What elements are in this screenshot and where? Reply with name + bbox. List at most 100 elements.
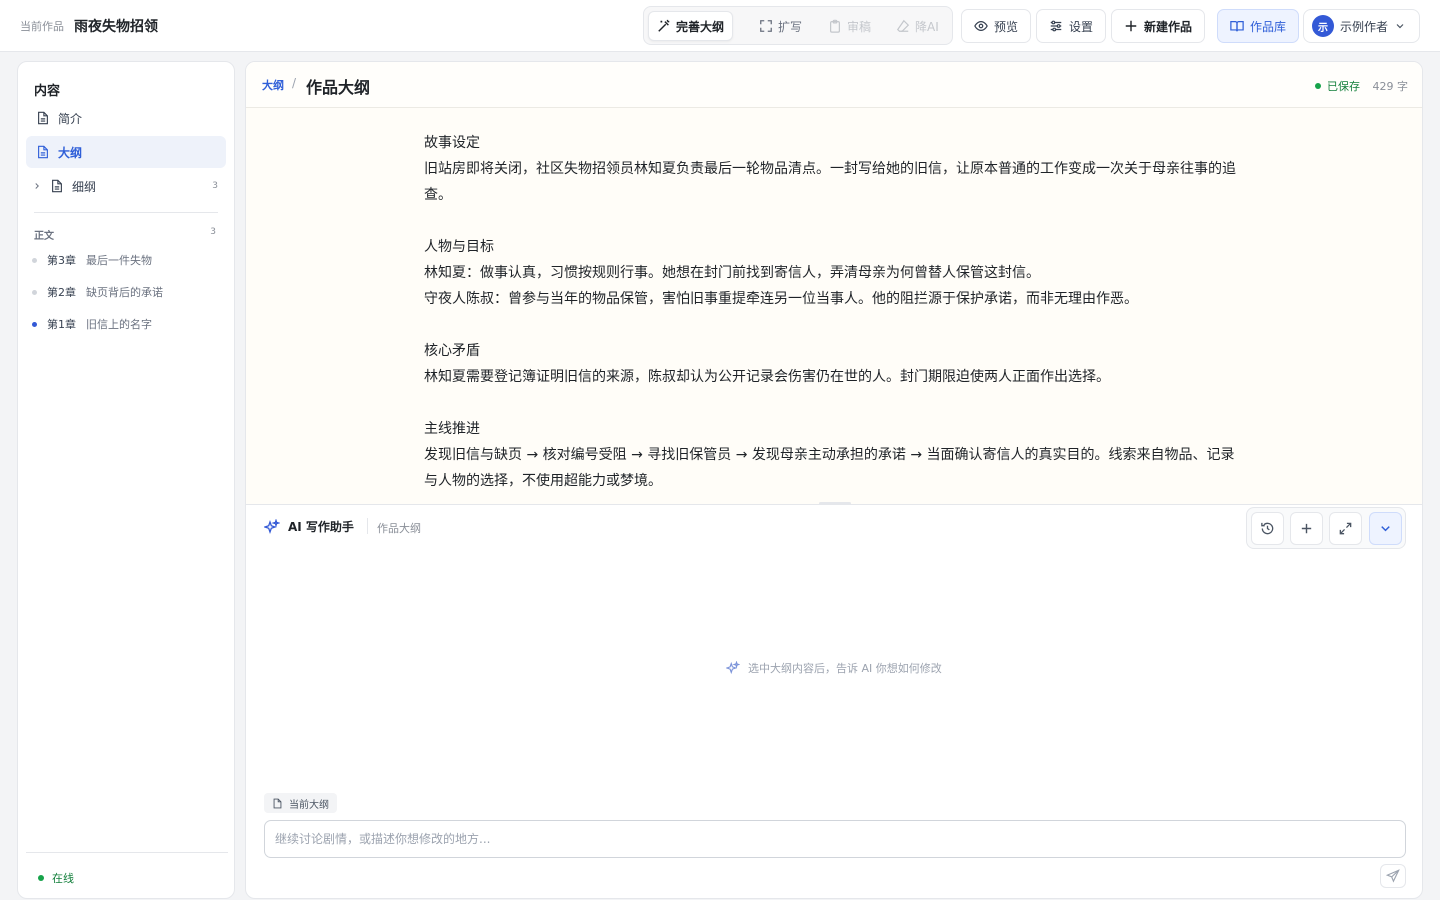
block-heading: 人物与目标 [424,239,494,255]
block-heading: 故事设定 [424,135,480,151]
maximize-button[interactable] [1329,512,1362,545]
connection-status: 在线 [38,870,74,886]
mode-expand-button[interactable]: 扩写 [751,11,810,41]
settings-label: 设置 [1069,19,1094,34]
status-dot [38,875,44,881]
resize-handle[interactable] [819,502,851,505]
block-line: 旧站房即将关闭，社区失物招领员林知夏负责最后一轮物品清点。一封写给她的旧信，让原… [424,161,1236,203]
main-panel: 大纲 / 作品大纲 已保存 429 字 故事设定 旧站房即将关闭，社区失物招领员… [245,61,1423,899]
sidebar-heading: 内容 [34,84,61,99]
chapter-number: 第1章 [47,318,76,331]
maximize-icon [1339,522,1352,535]
mode-label: 扩写 [778,19,803,34]
new-work-button[interactable]: 新建作品 [1111,9,1206,43]
block-line: 林知夏需要登记簿证明旧信的来源，陈叔却认为公开记录会伤害仍在世的人。封门期限迫使… [424,369,1110,385]
top-bar: 当前作品 雨夜失物招领 完善大纲 扩写 审稿 降AI 预览 设置 新建作品 作品… [0,0,1440,52]
new-chat-button[interactable] [1290,512,1323,545]
editor-content[interactable]: 故事设定 旧站房即将关闭，社区失物招领员林知夏负责最后一轮物品清点。一封写给她的… [424,130,1244,494]
section-label-body: 正文 [34,231,54,242]
send-button[interactable] [1380,864,1406,888]
send-icon [1386,869,1400,883]
sparkles-icon [726,661,740,675]
sidebar-item-detailed-outline[interactable]: 细纲 3 [26,170,226,202]
word-count: 429 字 [1372,80,1409,93]
chapter-title: 缺页背后的承诺 [86,286,163,299]
block-line: 守夜人陈叔：曾参与当年的物品保管，害怕旧事重提牵连另一位当事人。他的阻拦源于保护… [424,291,1138,307]
mode-de-ai-button[interactable]: 降AI [888,11,947,41]
library-button[interactable]: 作品库 [1217,9,1300,43]
section-count: 3 [210,227,216,237]
chevron-down-icon [1396,24,1404,29]
current-work-label: 当前作品 [20,20,64,33]
sidebar: 内容 简介 大纲 细纲 3 正文 3 第3章 最后一件失物 第2章 缺页背后的承… [17,61,235,899]
new-work-label: 新建作品 [1144,19,1193,34]
sidebar-item-label: 简介 [58,111,83,126]
outline-editor[interactable]: 故事设定 旧站房即将关闭，社区失物招领员林知夏负责最后一轮物品清点。一封写给她的… [246,108,1422,504]
history-button[interactable] [1251,512,1284,545]
work-title[interactable]: 雨夜失物招领 [74,16,158,36]
status-label: 在线 [52,872,74,885]
eraser-icon [896,19,910,32]
expand-icon [760,20,772,32]
settings-button[interactable]: 设置 [1036,9,1107,43]
block-line: 发现旧信与缺页 → 核对编号受阻 → 寻找旧保管员 → 发现母亲主动承担的承诺 … [424,447,1235,489]
breadcrumb[interactable]: 大纲 [262,77,284,93]
chapter-item[interactable]: 第1章 旧信上的名字 [32,314,222,334]
status-dot [1315,83,1321,89]
user-name: 示例作者 [1340,19,1389,34]
chapter-title: 旧信上的名字 [86,318,152,331]
plus-icon [1301,523,1312,534]
collapse-button[interactable] [1369,512,1402,545]
chapter-dot-current [32,321,37,327]
assistant-toolbar [1246,507,1406,549]
block-heading: 核心矛盾 [424,343,480,359]
mode-label: 审稿 [847,19,872,34]
chapter-number: 第2章 [47,286,76,299]
block-line: 林知夏：做事认真，习惯按规则行事。她想在封门前找到寄信人，弄清母亲为何曾替人保管… [424,265,1040,281]
book-open-icon [1230,21,1244,32]
item-count: 3 [212,181,218,191]
divider [26,852,228,853]
block-heading: 主线推进 [424,421,480,437]
user-menu[interactable]: 示 示例作者 [1303,9,1420,43]
chapter-number: 第3章 [47,254,76,267]
document-icon [273,798,282,808]
preview-button[interactable]: 预览 [961,9,1032,43]
chapter-dot [32,257,37,263]
mode-refine-outline-button[interactable]: 完善大纲 [648,11,734,41]
assistant-context: 作品大纲 [377,522,421,535]
sidebar-item-label: 大纲 [58,145,83,160]
mode-label: 降AI [915,19,939,34]
empty-state-hint: 选中大纲内容后，告诉 AI 你想如何修改 [726,660,942,676]
document-icon [52,179,62,193]
chevron-down-icon [1381,526,1390,532]
breadcrumb-separator: / [292,76,297,90]
assistant-title: AI 写作助手 [264,518,354,535]
context-chip[interactable]: 当前大纲 [264,793,337,813]
document-icon [38,145,48,159]
history-icon [1261,522,1274,535]
editor-header: 大纲 / 作品大纲 已保存 429 字 [246,62,1422,108]
clipboard-icon [830,19,840,33]
sparkles-icon [264,518,280,534]
eye-icon [974,21,988,31]
chapter-item[interactable]: 第3章 最后一件失物 [32,250,222,270]
magic-wand-icon [658,19,670,32]
chapter-dot [32,289,37,295]
library-label: 作品库 [1250,19,1287,34]
preview-label: 预览 [994,19,1019,34]
document-icon [38,111,48,125]
save-status: 已保存 [1315,78,1360,94]
chat-input[interactable] [264,820,1406,858]
divider [34,212,218,213]
chapter-item[interactable]: 第2章 缺页背后的承诺 [32,282,222,302]
sidebar-item-outline[interactable]: 大纲 [26,136,226,168]
chevron-right-icon[interactable] [32,181,42,191]
sliders-icon [1050,20,1062,32]
assistant-title-label: AI 写作助手 [288,520,354,534]
page-title: 作品大纲 [306,78,371,97]
avatar: 示 [1312,15,1334,37]
sidebar-item-intro[interactable]: 简介 [26,102,226,134]
mode-review-button[interactable]: 审稿 [820,11,879,41]
sidebar-item-label: 细纲 [72,179,97,194]
